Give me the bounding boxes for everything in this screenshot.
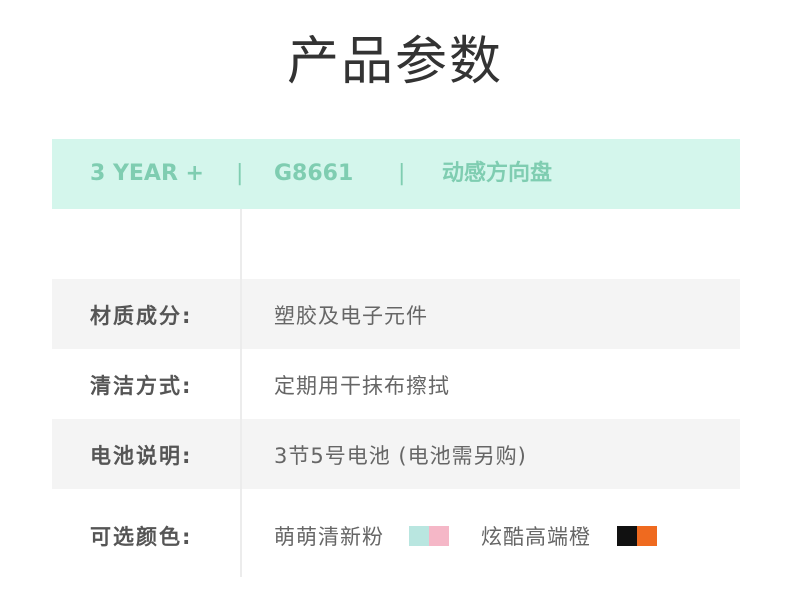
spec-value: 3节5号电池 (电池需另购): [274, 444, 527, 468]
product-name: 动感方向盘: [442, 161, 553, 186]
color-swatch: [409, 526, 429, 546]
spec-row-cleaning: 清洁方式: 定期用干抹布擦拭: [52, 349, 740, 419]
spec-label: 材质成分:: [90, 304, 193, 328]
spec-table: 3 YEAR + | G8661 | 动感方向盘 材质成分: 塑胶及电子元件 清…: [52, 139, 740, 577]
header-separator: |: [236, 161, 244, 186]
color-swatch: [637, 526, 657, 546]
spec-label: 可选颜色:: [90, 525, 193, 549]
spec-label: 电池说明:: [90, 444, 193, 468]
spec-value: 定期用干抹布擦拭: [274, 374, 450, 398]
color-swatch: [429, 526, 449, 546]
model-number: G8661: [274, 161, 354, 186]
spec-row-colors: 可选颜色: 萌萌清新粉 炫酷高端橙: [52, 489, 740, 577]
spec-row-empty: [52, 209, 740, 279]
spec-label: 清洁方式:: [90, 374, 193, 398]
spec-row-battery: 电池说明: 3节5号电池 (电池需另购): [52, 419, 740, 489]
color-option-name: 萌萌清新粉: [274, 525, 384, 549]
header-separator: |: [398, 161, 406, 186]
spec-header-bar: 3 YEAR + | G8661 | 动感方向盘: [52, 139, 740, 209]
page-title: 产品参数: [286, 32, 503, 92]
color-swatch: [617, 526, 637, 546]
color-option-name: 炫酷高端橙: [481, 525, 591, 549]
age-range: 3 YEAR +: [90, 161, 204, 186]
column-divider: [240, 209, 242, 577]
spec-row-material: 材质成分: 塑胶及电子元件: [52, 279, 740, 349]
spec-value: 塑胶及电子元件: [274, 304, 428, 328]
